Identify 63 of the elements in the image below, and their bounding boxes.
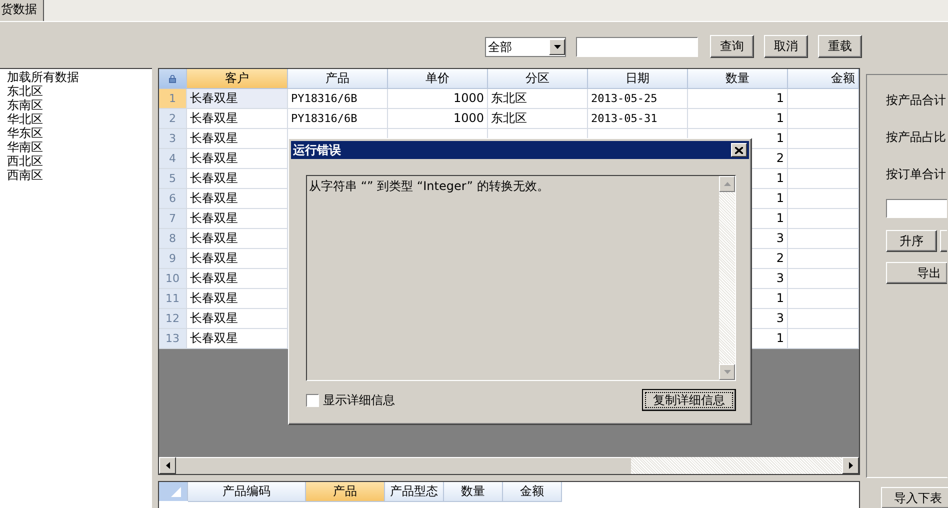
search-field[interactable] — [576, 37, 698, 57]
column-header[interactable]: 数量 — [444, 482, 503, 502]
column-header[interactable]: 客户 — [187, 69, 288, 89]
column-header[interactable]: 金额 — [788, 69, 859, 89]
value-field[interactable] — [886, 199, 947, 218]
scroll-up-icon — [724, 182, 730, 186]
row-number: 8 — [159, 229, 187, 249]
tree-item[interactable]: 华北区 — [0, 112, 43, 126]
vertical-scrollbar[interactable] — [719, 176, 735, 380]
column-header[interactable]: 单价 — [388, 69, 488, 89]
copy-details-button[interactable]: 复制详细信息 — [642, 389, 736, 411]
tree-item[interactable]: 西北区 — [0, 154, 43, 168]
row-number: 1 — [159, 89, 187, 109]
tab[interactable]: 货数据 — [0, 0, 44, 21]
import-button[interactable]: 导入下表 — [881, 487, 948, 508]
tree-item[interactable]: 东南区 — [0, 98, 43, 112]
horizontal-scrollbar[interactable] — [159, 457, 859, 474]
tree-item[interactable]: 华南区 — [0, 140, 43, 154]
table-cell — [788, 329, 859, 349]
scroll-down-icon — [724, 370, 730, 374]
table-cell: 长春双星 — [187, 89, 288, 109]
column-header[interactable]: 产品编码 — [188, 482, 306, 502]
row-number: 2 — [159, 109, 187, 129]
checkbox-label[interactable]: 显示详细信息 — [323, 392, 395, 408]
checkbox[interactable] — [306, 394, 319, 406]
column-header[interactable]: 金额 — [503, 482, 562, 502]
sort-button[interactable]: 升序 — [886, 230, 937, 252]
toolbar-button[interactable]: 重载 — [818, 35, 862, 58]
column-header[interactable]: 数量 — [688, 69, 788, 89]
tree-item[interactable]: 加载所有数据 — [0, 70, 79, 84]
row-number: 11 — [159, 289, 187, 309]
toolbar-button[interactable]: 查询 — [710, 35, 754, 58]
row-number: 4 — [159, 149, 187, 169]
column-header[interactable]: 产品 — [288, 69, 388, 89]
scroll-left-icon — [166, 462, 170, 469]
tree-item[interactable]: 东北区 — [0, 84, 43, 98]
tree-item[interactable]: 华东区 — [0, 126, 43, 140]
option-label: 按产品合计 — [886, 92, 946, 108]
close-icon — [735, 146, 743, 154]
column-header[interactable]: 产品型态 — [385, 482, 444, 502]
lock-icon — [169, 74, 176, 82]
error-message: 从字符串 “” 到类型 “Integer” 的转换无效。 — [308, 178, 550, 195]
row-number: 6 — [159, 189, 187, 209]
column-header[interactable]: 分区 — [488, 69, 588, 89]
row-number: 5 — [159, 169, 187, 189]
row-number: 9 — [159, 249, 187, 269]
row-number: 13 — [159, 329, 187, 349]
toolbar-button[interactable]: 取消 — [764, 35, 808, 58]
filter-dropdown[interactable]: 全部 — [485, 37, 566, 57]
column-header[interactable]: 日期 — [588, 69, 688, 89]
row-number: 7 — [159, 209, 187, 229]
export-button[interactable]: 导出 — [886, 262, 947, 284]
dialog-title: 运行错误 — [293, 142, 341, 158]
row-number: 3 — [159, 129, 187, 149]
row-number: 10 — [159, 269, 187, 289]
option-label: 按产品占比 — [886, 129, 946, 145]
option-label: 按订单合计 — [886, 166, 946, 182]
column-header[interactable]: 产品 — [306, 482, 385, 502]
dropdown-arrow-icon — [554, 45, 560, 49]
tree-item[interactable]: 西南区 — [0, 168, 43, 182]
row-number: 12 — [159, 309, 187, 329]
scroll-right-icon — [848, 462, 852, 469]
close-button[interactable] — [731, 143, 747, 157]
